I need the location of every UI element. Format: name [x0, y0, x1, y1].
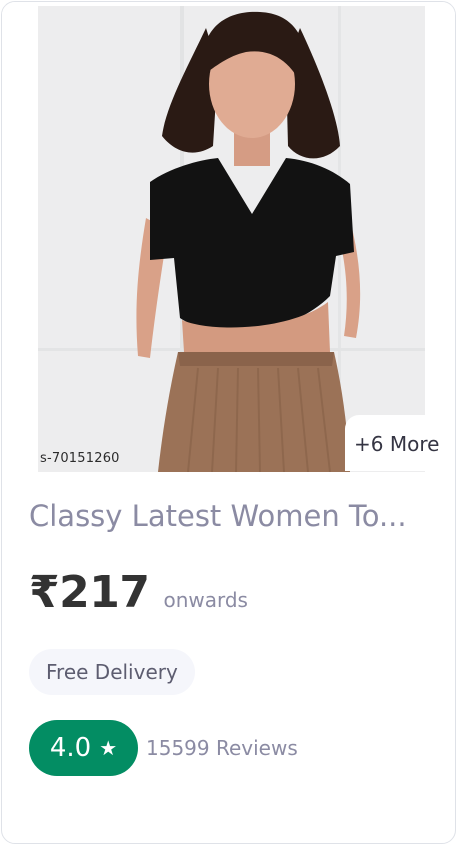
rating-value: 4.0 [49, 733, 92, 763]
price-suffix: onwards [163, 588, 248, 612]
product-card[interactable]: s-70151260 +6 More Classy Latest Women T… [1, 1, 456, 844]
rating-badge: 4.0 ★ [29, 720, 138, 776]
review-count: 15599 Reviews [146, 736, 298, 760]
product-image[interactable] [38, 6, 425, 472]
free-delivery-badge: Free Delivery [29, 649, 195, 695]
free-delivery-label: Free Delivery [46, 660, 178, 684]
product-price: ₹217 [29, 567, 150, 618]
product-image-area[interactable]: s-70151260 +6 More [2, 2, 455, 472]
price-row: ₹217 onwards [29, 567, 248, 618]
image-watermark: s-70151260 [40, 451, 120, 466]
star-icon: ★ [99, 736, 118, 760]
product-title[interactable]: Classy Latest Women To... [29, 499, 407, 533]
rating-row: 4.0 ★ 15599 Reviews [29, 720, 298, 776]
more-images-badge[interactable]: +6 More [345, 415, 455, 471]
